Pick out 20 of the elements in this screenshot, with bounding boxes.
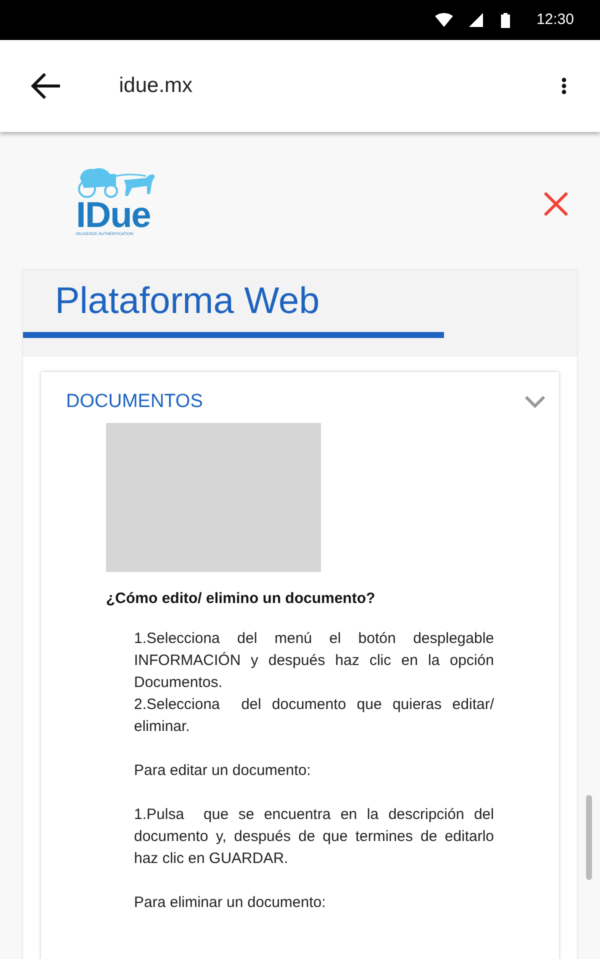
status-time: 12:30 <box>536 10 574 30</box>
app-bar-title: idue.mx <box>119 73 194 100</box>
answer-text: 1.Pulsa que se encuentra en la descripción del documento y, después de que termines de editarlo haz clic en GUARDAR. <box>134 805 494 869</box>
battery-icon <box>501 12 510 28</box>
back-arrow-icon <box>31 72 61 100</box>
logo-wordmark: IDue <box>76 199 150 231</box>
wifi-icon <box>435 13 454 27</box>
signal-icon <box>469 13 484 27</box>
close-icon <box>544 192 568 216</box>
close-button[interactable] <box>542 190 570 218</box>
more-options-icon <box>561 77 567 95</box>
answer-text: 2.Selecciona del documento que quieras editar/ eliminar. <box>134 695 494 737</box>
page-title: Plataforma Web <box>54 279 321 323</box>
faq-question: ¿Cómo edito/ elimino un documento? <box>106 588 376 608</box>
back-button[interactable] <box>30 70 62 102</box>
chevron-icon <box>525 396 545 408</box>
answer-text: 1.Selecciona del menú el botón desplegable INFORMACIÓN y después haz clic en la opción Documentos. <box>134 629 494 693</box>
answer-text: Para editar un documento: <box>134 761 312 781</box>
section-header[interactable]: DOCUMENTOS <box>41 372 559 422</box>
answer-text: Para eliminar un documento: <box>134 893 327 913</box>
